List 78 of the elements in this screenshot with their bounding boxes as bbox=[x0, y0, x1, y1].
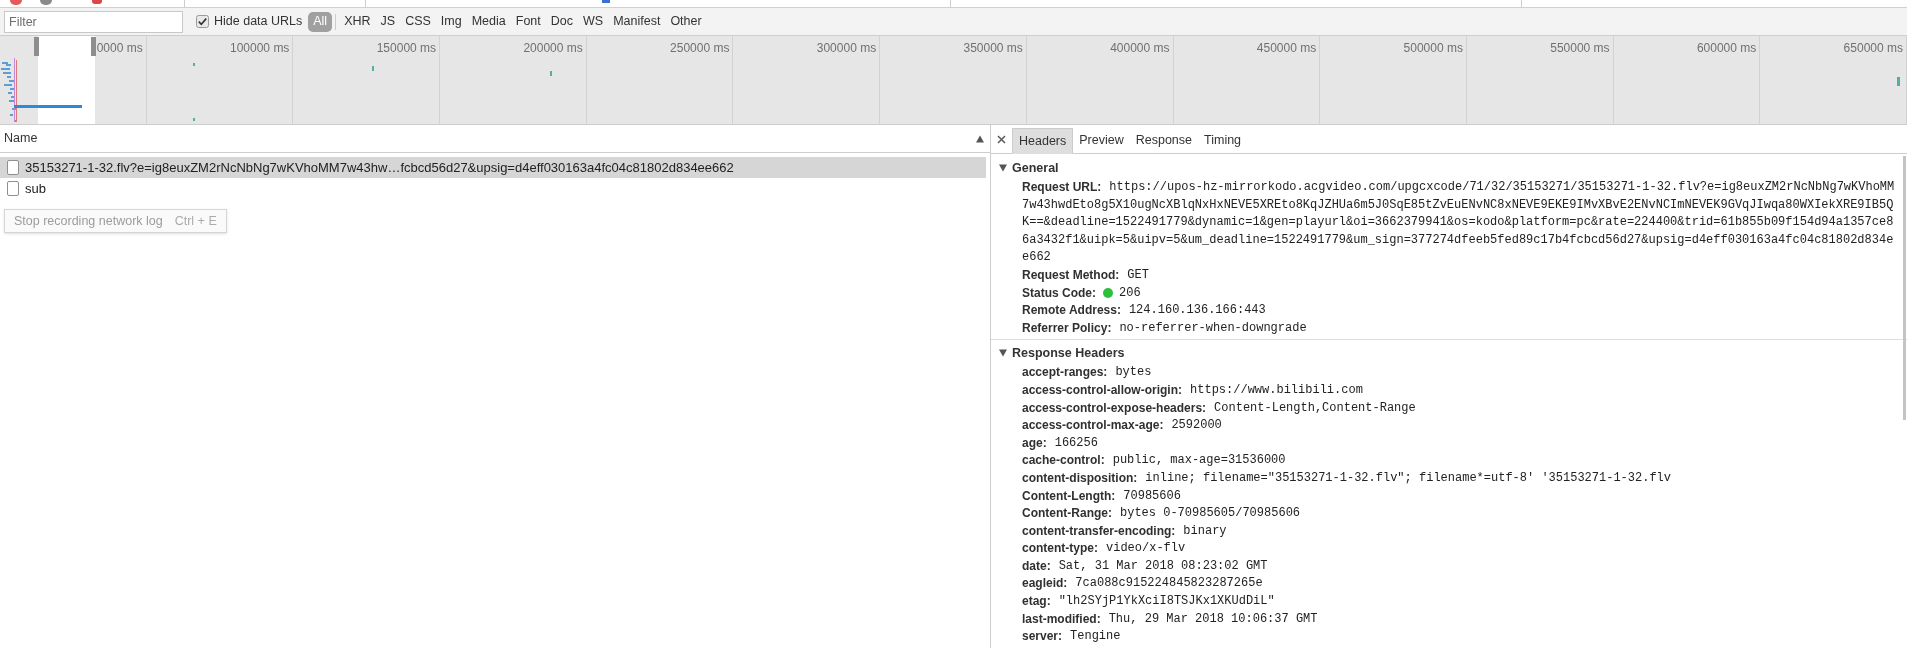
overview-tick-label: 0000 ms bbox=[96, 41, 143, 55]
header-line: cache-control: public, max-age=31536000 bbox=[1022, 452, 1286, 470]
selection-handle[interactable] bbox=[34, 37, 39, 56]
header-name: Status Code: bbox=[1022, 285, 1096, 303]
scrollbar-thumb[interactable] bbox=[1903, 156, 1906, 420]
header-line: content-disposition: inline; filename="35153271-1-32.flv"; filename*=utf-8' '35153271-1-32.flv bbox=[1022, 469, 1671, 487]
type-filter-button[interactable]: JS bbox=[375, 11, 401, 32]
type-filter-button[interactable]: Other bbox=[665, 11, 707, 32]
header-line: content-type: video/x-flv bbox=[1022, 540, 1186, 558]
type-filter-button[interactable]: Media bbox=[466, 11, 511, 32]
request-marker bbox=[550, 71, 552, 76]
request-row[interactable]: 35153271-1-32.flv?e=ig8euxZM2rNcNbNg7wKVhoMM7w43hw…fcbcd56d27&upsig=d4eff030163a4fc04c81802d834ee662 bbox=[0, 157, 986, 178]
favicon-icon bbox=[10, 0, 22, 5]
section-toggle[interactable]: Response Headers bbox=[999, 344, 1125, 363]
overview-tick-label: 600000 ms bbox=[1696, 41, 1757, 55]
request-marker bbox=[193, 118, 195, 121]
request-name: 35153271-1-32.flv?e=ig8euxZM2rNcNbNg7wKVhoMM7w43hw…fcbcd56d27&upsig=d4eff030163a4fc04c81802d834ee662 bbox=[25, 158, 734, 177]
overview-tick-label: 450000 ms bbox=[1256, 41, 1317, 55]
overview-tick-label: 150000 ms bbox=[376, 41, 437, 55]
favicon-icon bbox=[92, 0, 102, 4]
type-filter-button[interactable]: WS bbox=[578, 11, 609, 32]
overview-tick-label: 100000 ms bbox=[230, 41, 290, 55]
header-line: Referrer Policy: no-referrer-when-downgrade bbox=[1022, 319, 1307, 337]
header-line: access-control-max-age: 2592000 bbox=[1022, 417, 1222, 435]
checkbox-label[interactable]: Hide data URLs bbox=[214, 12, 303, 31]
tooltip-text: Stop recording network log bbox=[14, 212, 163, 230]
file-icon bbox=[7, 160, 19, 175]
header-line: Content-Range: bytes 0-70985605/70985606 bbox=[1022, 505, 1301, 523]
header-line: Request Method: GET bbox=[1022, 266, 1149, 284]
checkbox[interactable] bbox=[196, 15, 209, 28]
request-marker bbox=[372, 66, 374, 71]
selection-window[interactable] bbox=[38, 36, 95, 124]
request-bar bbox=[14, 105, 82, 108]
favicon-icon bbox=[40, 0, 52, 5]
type-filter-button[interactable]: Manifest bbox=[608, 11, 666, 32]
header-line: accept-ranges: bytes bbox=[1022, 364, 1152, 382]
header-line: date: Sat, 31 Mar 2018 08:23:02 GMT bbox=[1022, 557, 1268, 575]
type-filter-button[interactable]: XHR bbox=[339, 11, 376, 32]
favicon-icon bbox=[602, 0, 610, 3]
type-filter-button[interactable]: Doc bbox=[545, 11, 578, 32]
overview-tick-label: 650000 ms bbox=[1843, 41, 1903, 55]
overview-tick-label: 250000 ms bbox=[670, 41, 730, 55]
header-line: server: Tengine bbox=[1022, 628, 1121, 646]
type-filter-button[interactable]: CSS bbox=[400, 11, 436, 32]
header-line: access-control-allow-origin: https://www.bilibili.com bbox=[1022, 381, 1363, 399]
tab[interactable]: Response bbox=[1129, 127, 1198, 153]
header-line: Request URL: https://upos-hz-mirrorkodo.acgvideo.com/upgcxcode/71/32/35153271/35153271-1-32.flv?e=ig8euxZM2rNcNbNg7wKVhoMM7w43hwdEto8g5X10ugNcXBlqNxHxNEVE5XREto8KqJZHUa6m5J0SqE85tZvEuENvNC8xNEVE9EKE9IMvXBvE2ENvNCImNEVEK9GVqJIwqa80WXIekXRE9IB5QK==&deadline=1522491779&dynamic=1&gen=playurl&oi=3662379941&os=kodo&platform=pc&rate=224400&trid=61b855b09f154d94a1357ce86a3432f1&uipk=5&uipv=5&um_deadline=1522491779&um_sign=377274dfeeb5fed89c17b4fcbcd56d27&upsig=d4eff030163a4fc04c81802d834ee662 bbox=[1022, 179, 1896, 267]
header-line: last-modified: Thu, 29 Mar 2018 10:06:37 GMT bbox=[1022, 610, 1318, 628]
overview-tick-label: 200000 ms bbox=[523, 41, 583, 55]
selection-handle[interactable] bbox=[91, 37, 96, 56]
header-line: age: 166256 bbox=[1022, 434, 1098, 452]
request-marker bbox=[1897, 77, 1900, 86]
tab[interactable]: Preview bbox=[1073, 127, 1130, 153]
overview-tick-label: 500000 ms bbox=[1403, 41, 1463, 55]
section-toggle[interactable]: General bbox=[999, 159, 1059, 177]
type-filter-button[interactable]: Img bbox=[435, 11, 467, 32]
file-icon bbox=[7, 181, 19, 196]
request-name: sub bbox=[25, 179, 46, 198]
header-line: Content-Length: 70985606 bbox=[1022, 487, 1181, 505]
header-line: content-transfer-encoding: binary bbox=[1022, 522, 1227, 540]
request-marker bbox=[193, 63, 195, 66]
overview-tick-label: 300000 ms bbox=[816, 41, 877, 55]
tab[interactable]: Headers bbox=[1012, 128, 1074, 154]
filter-field[interactable]: Filter bbox=[4, 10, 183, 33]
overview-tick-label: 550000 ms bbox=[1550, 41, 1610, 55]
header-line: access-control-expose-headers: Content-Length,Content-Range bbox=[1022, 399, 1416, 417]
tab[interactable]: Timing bbox=[1198, 127, 1248, 153]
header-value: 206 bbox=[1119, 285, 1141, 303]
close-icon[interactable] bbox=[997, 134, 1006, 144]
type-filter-button[interactable]: Font bbox=[510, 11, 546, 32]
header-line: eagleid: 7ca088c915224845823287265e bbox=[1022, 575, 1263, 593]
column-header[interactable]: Name bbox=[4, 129, 38, 148]
overview-tick-label: 350000 ms bbox=[963, 41, 1023, 55]
shortcut-text: Ctrl + E bbox=[174, 212, 217, 230]
status-dot-icon bbox=[1103, 288, 1113, 299]
overview-tick-label: 400000 ms bbox=[1110, 41, 1170, 55]
header-line: etag: "lh2SYjP1YkXciI8TSJKx1XKUdDiL" bbox=[1022, 593, 1275, 611]
header-line: Remote Address: 124.160.136.166:443 bbox=[1022, 302, 1266, 320]
